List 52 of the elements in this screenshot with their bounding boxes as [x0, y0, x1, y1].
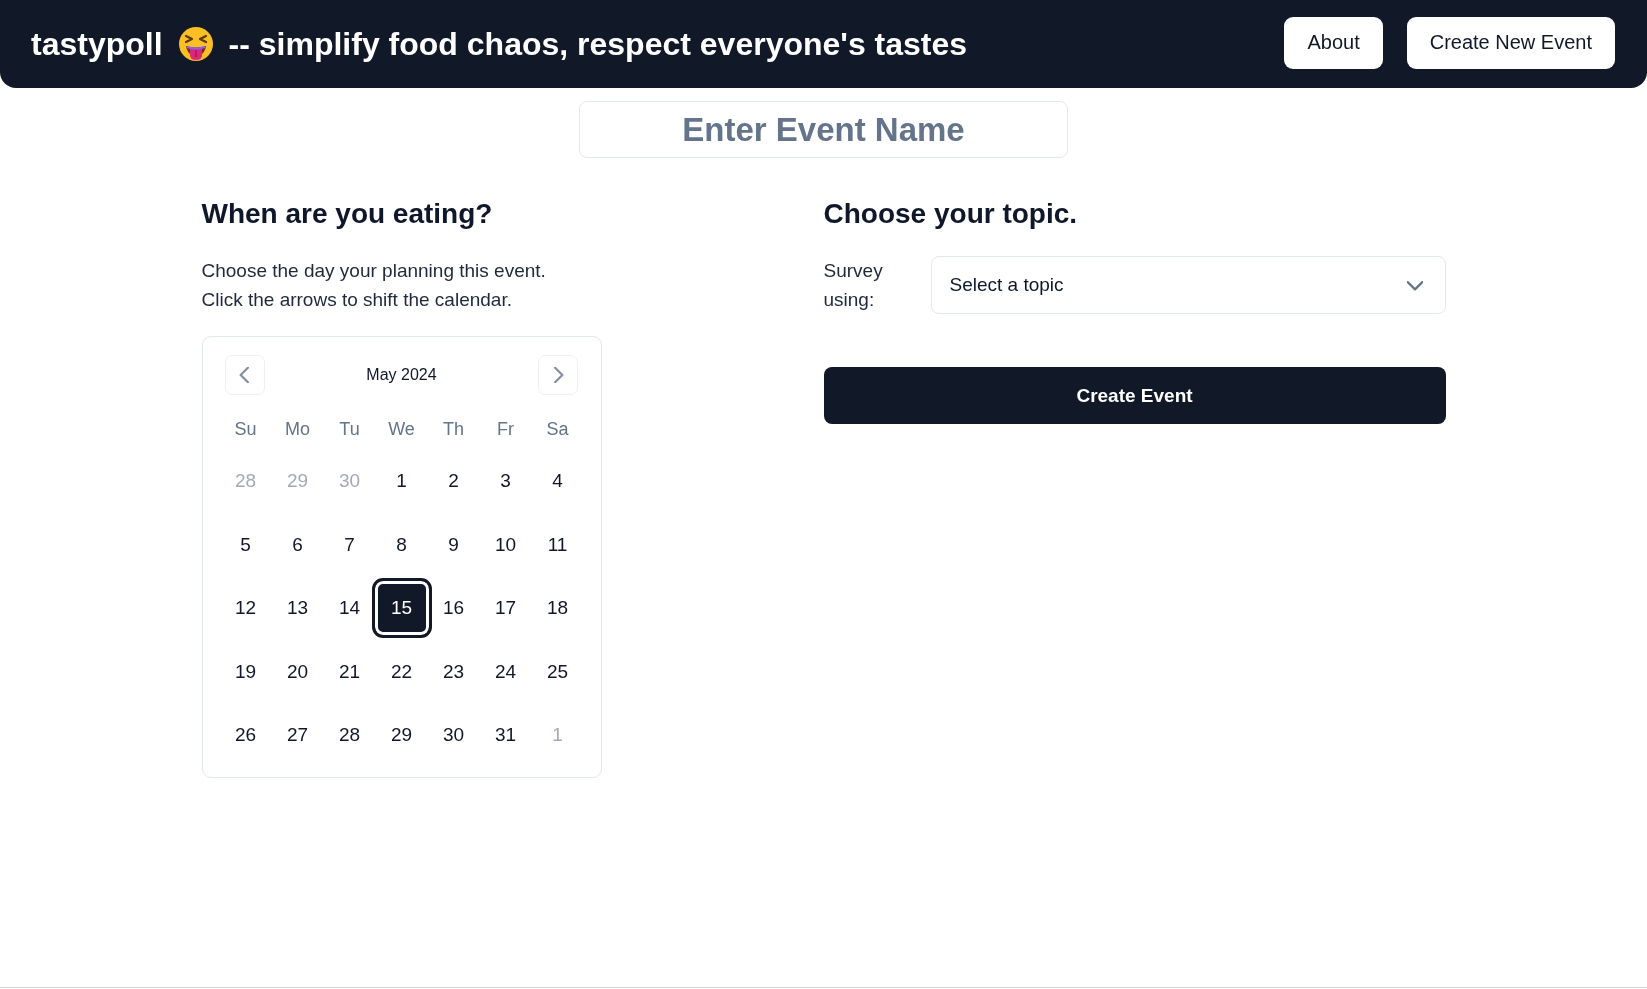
calendar-day[interactable]: 22 [375, 645, 428, 698]
field-label: Survey using: [823, 259, 884, 312]
create-event-button[interactable]: Create Event [823, 367, 1446, 424]
calendar-day[interactable]: 17 [479, 582, 532, 634]
calendar-day[interactable]: 5 [219, 518, 272, 571]
calendar-day[interactable]: 18 [531, 582, 584, 634]
instruction-text: Choose the day your planning this event. [201, 259, 547, 283]
section-heading: Choose your topic. [823, 197, 1079, 231]
weekday-label: Su [233, 418, 258, 440]
calendar-day[interactable]: 4 [531, 455, 584, 507]
weekday-label: We [387, 418, 416, 440]
month-title: May 2024 [366, 366, 437, 384]
calendar-day[interactable]: 9 [427, 518, 480, 571]
next-month-button[interactable] [538, 355, 579, 395]
calendar-day[interactable]: 7 [323, 518, 376, 571]
about-button[interactable]: About [1284, 16, 1383, 69]
weekday-label: Mo [284, 418, 311, 440]
section-heading: When are you eating? [201, 197, 494, 231]
weekday-label: Sa [545, 418, 570, 440]
previous-month-button[interactable] [224, 355, 265, 395]
calendar-day[interactable]: 25 [531, 645, 584, 698]
calendar-day[interactable]: 20 [271, 645, 324, 698]
event-name-input[interactable]: Enter Event Name [579, 101, 1068, 158]
calendar-day[interactable]: 27 [271, 709, 324, 761]
calendar-day[interactable]: 19 [219, 645, 272, 698]
calendar-day[interactable]: 30 [427, 709, 480, 761]
calendar-day[interactable]: 11 [531, 518, 584, 571]
calendar-day[interactable]: 8 [375, 518, 428, 571]
calendar-day[interactable]: 13 [271, 582, 324, 634]
calendar-day[interactable]: 31 [479, 709, 532, 761]
face-with-tongue-icon [177, 26, 214, 62]
weekday-label: Tu [338, 418, 361, 440]
topic-select[interactable]: Select a topic [930, 255, 1446, 314]
weekday-label: Th [442, 418, 465, 440]
tagline: -- simplify food chaos, respect everyone's tastes [228, 25, 968, 63]
calendar-day[interactable]: 6 [271, 518, 324, 571]
instruction-text: Click the arrows to shift the calendar. [201, 288, 513, 312]
calendar-day[interactable]: 23 [427, 645, 480, 698]
calendar-day[interactable]: 3 [479, 455, 532, 507]
calendar-day[interactable]: 21 [323, 645, 376, 698]
create-new-event-button[interactable]: Create New Event [1406, 16, 1615, 69]
calendar-day[interactable]: 15 [371, 578, 432, 638]
calendar-day[interactable]: 24 [479, 645, 532, 698]
calendar-day[interactable]: 2 [427, 455, 480, 507]
calendar-day[interactable]: 26 [219, 709, 272, 761]
calendar-day[interactable]: 29 [375, 709, 428, 761]
calendar-day[interactable]: 1 [375, 455, 428, 507]
weekday-label: Fr [496, 418, 515, 440]
calendar-day[interactable]: 28 [323, 709, 376, 761]
calendar-day[interactable]: 10 [479, 518, 532, 571]
calendar-day[interactable]: 12 [219, 582, 272, 634]
app-name: tastypoll [31, 25, 163, 63]
